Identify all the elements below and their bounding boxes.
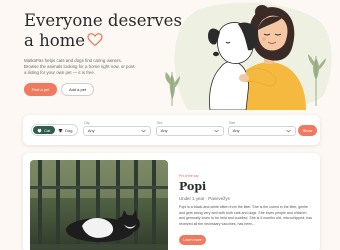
learn-more-button[interactable]: Learn more [179, 235, 206, 245]
size-select[interactable]: Any [228, 126, 296, 136]
filter-size-label: Size [229, 121, 236, 125]
show-button[interactable]: Show [298, 125, 317, 136]
pet-type-toggle: Cat Dog [31, 124, 78, 136]
pet-tag: Pet of the day [179, 174, 199, 178]
hero-section: Everyone deserves a home MatkaPas helps … [0, 0, 340, 112]
chevron-down-icon [286, 129, 291, 133]
cat-icon [37, 128, 42, 132]
pet-photo-image [30, 160, 168, 250]
dog-icon [58, 128, 63, 132]
pet-photo [30, 160, 168, 250]
filter-city: City Any [83, 121, 151, 136]
toggle-dog-label: Dog [65, 127, 73, 133]
city-select[interactable]: Any [83, 126, 151, 136]
filter-sex-label: Sex [157, 121, 163, 125]
sex-select-value: Any [161, 129, 168, 133]
toggle-dog[interactable]: Dog [55, 126, 77, 134]
hero-description: MatkaPas helps cats and dogs find caring… [24, 58, 135, 76]
filter-city-label: City [84, 121, 90, 125]
chevron-down-icon [141, 129, 146, 133]
toggle-cat-label: Cat [44, 127, 51, 133]
pet-description: Popi is a black-and-white kitten from th… [179, 205, 313, 226]
pet-name: Popi [179, 180, 207, 193]
city-select-value: Any [88, 129, 95, 133]
add-pet-button[interactable]: Add a pet [61, 83, 94, 96]
chevron-down-icon [214, 129, 219, 133]
toggle-cat[interactable]: Cat [33, 126, 55, 134]
filter-sex: Sex Any [156, 121, 224, 136]
featured-pet-card [23, 153, 320, 250]
heart-icon [87, 33, 103, 47]
find-pet-button[interactable]: Find a pet [24, 83, 57, 96]
hero-illustration [165, 2, 332, 110]
size-select-value: Any [233, 129, 240, 133]
filter-size: Size Any [228, 121, 296, 136]
pet-meta: Under 1 year · Panevėžys [179, 196, 230, 201]
sex-select[interactable]: Any [156, 126, 224, 136]
filter-bar: Cat Dog City Any Sex Any Size Any Show [23, 115, 320, 145]
